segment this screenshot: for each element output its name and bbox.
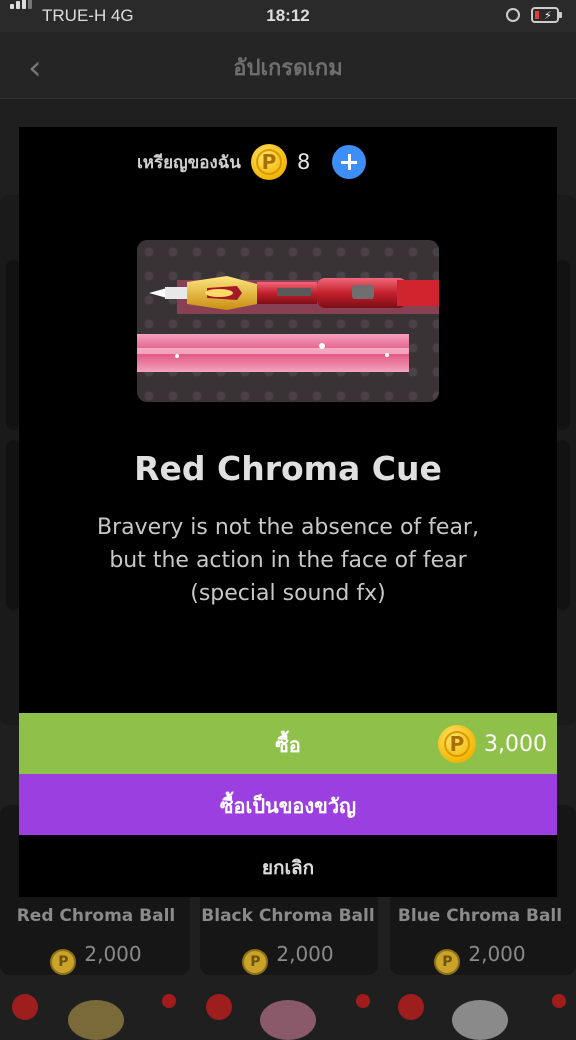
item-price: P 2,000	[392, 942, 568, 975]
price-amount: 3,000	[484, 731, 547, 757]
background-card	[6, 260, 20, 430]
status-bar: TRUE-H 4G 18:12 ⚡	[0, 0, 576, 32]
cue-image	[137, 240, 439, 402]
nav-bar: ‹ อัปเกรดเกม	[0, 32, 576, 99]
notification-dot	[162, 994, 176, 1008]
plus-icon[interactable]	[332, 145, 367, 179]
coin-icon: P	[438, 725, 477, 763]
coin-icon: P	[434, 949, 461, 975]
coin-icon: P	[50, 949, 77, 975]
item-name: Blue Chroma Ball	[397, 906, 563, 926]
ball-thumbnail	[260, 1000, 316, 1040]
battery-icon: ⚡	[531, 7, 562, 23]
ball-icon	[398, 994, 424, 1020]
cue-icon	[137, 276, 439, 372]
item-description: Bravery is not the absence of fear, but …	[97, 515, 479, 606]
background-card	[556, 260, 570, 430]
ball-icon	[206, 994, 232, 1020]
item-price: P 2,000	[8, 942, 184, 975]
buy-price: P 3,000	[438, 725, 547, 763]
background-card	[556, 440, 570, 610]
item-title: Red Chroma Cue	[134, 449, 442, 488]
coins-count: 8	[296, 150, 311, 174]
cancel-button[interactable]: ยกเลิก	[19, 835, 557, 897]
my-coins-label: เหรียญของฉัน	[137, 152, 241, 173]
notification-dot	[356, 994, 370, 1008]
item-price: P 2,000	[200, 942, 376, 975]
background-card	[6, 440, 20, 610]
clock: 18:12	[266, 6, 310, 25]
notification-dot	[552, 994, 566, 1008]
item-name: Black Chroma Ball	[201, 906, 375, 926]
rotation-lock-icon	[506, 8, 520, 22]
my-coins-row: เหรียญของฉัน P 8	[137, 144, 367, 180]
purchase-dialog: เหรียญของฉัน P 8 Red Chroma Cue Bravery …	[19, 127, 557, 897]
ball-icon	[12, 994, 38, 1020]
coin-icon: P	[242, 949, 269, 975]
coin-icon: P	[250, 144, 287, 180]
buy-button[interactable]: ซื้อ P 3,000	[19, 713, 557, 774]
gift-label: ซื้อเป็นของขวัญ	[219, 794, 357, 818]
item-name: Red Chroma Ball	[16, 906, 176, 926]
ball-thumbnail	[68, 1000, 124, 1040]
cancel-label: ยกเลิก	[261, 857, 315, 879]
page-title: อัปเกรดเกม	[233, 56, 343, 81]
buy-as-gift-button[interactable]: ซื้อเป็นของขวัญ	[19, 774, 557, 835]
ball-thumbnail	[452, 1000, 508, 1040]
